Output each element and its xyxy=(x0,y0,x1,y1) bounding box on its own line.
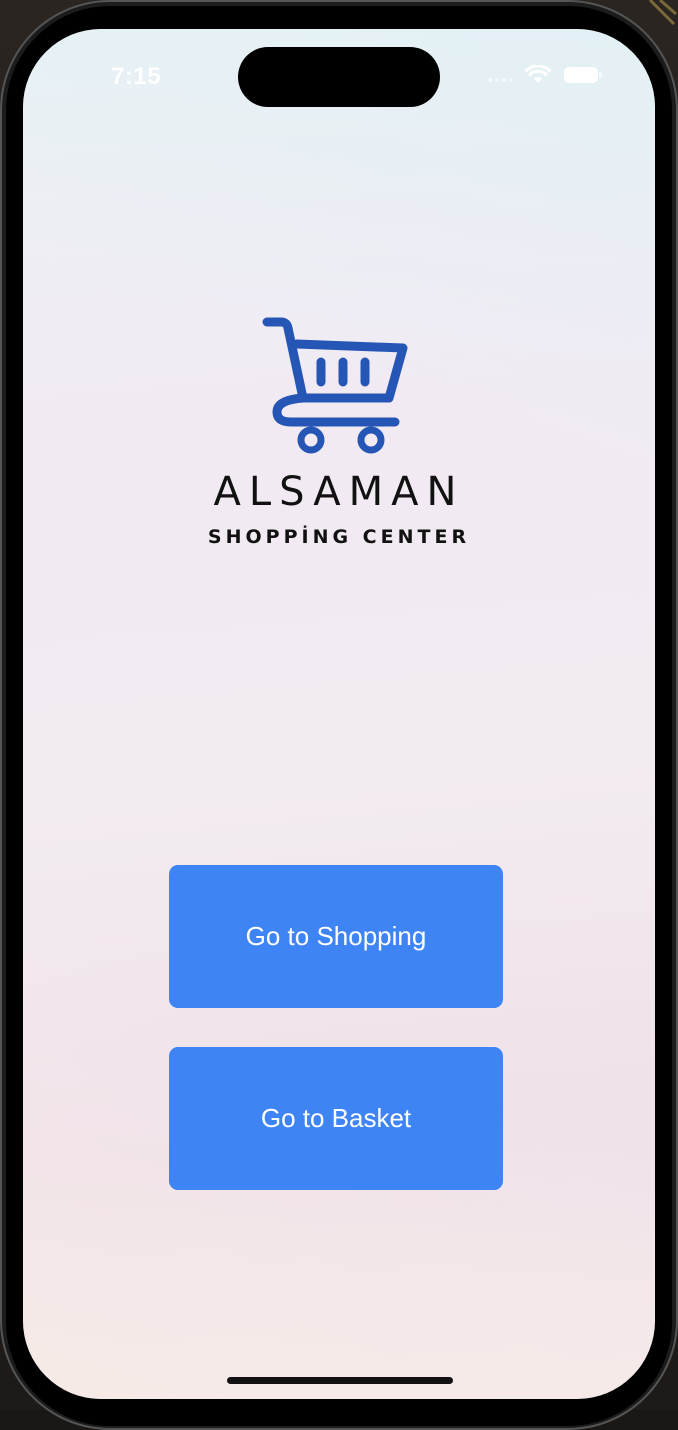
go-to-shopping-button[interactable]: Go to Shopping xyxy=(169,865,503,1008)
wifi-icon xyxy=(525,65,551,85)
status-time: 7:15 xyxy=(111,63,162,90)
go-to-basket-button[interactable]: Go to Basket xyxy=(169,1047,503,1190)
shopping-cart-icon xyxy=(262,317,408,454)
brand-logo: ALSAMAN SHOPPİNG CENTER xyxy=(23,314,655,548)
brand-name: ALSAMAN xyxy=(213,469,465,515)
app-screen: 7:15 ALSAMAN SHOPPİNG CENTER Go to Shopp… xyxy=(23,29,655,1399)
home-indicator[interactable] xyxy=(227,1377,453,1384)
brand-tagline: SHOPPİNG CENTER xyxy=(207,526,471,548)
cellular-signal-icon xyxy=(488,68,513,82)
status-icons xyxy=(488,65,603,85)
dynamic-island xyxy=(238,47,440,107)
battery-icon xyxy=(563,65,603,85)
